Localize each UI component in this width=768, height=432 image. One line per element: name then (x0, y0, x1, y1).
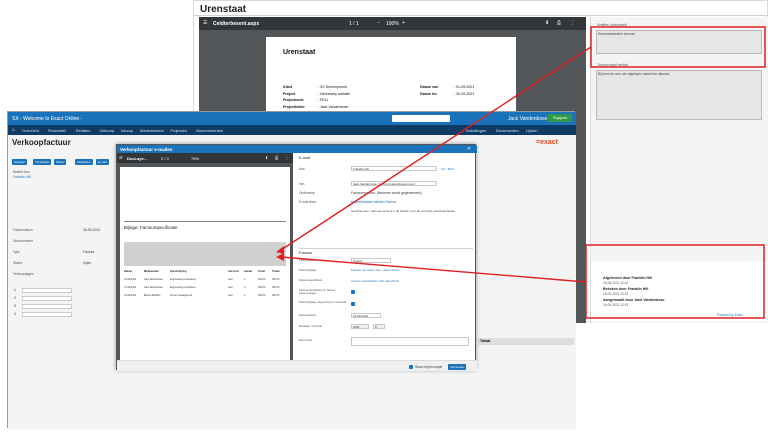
annotation-overlay (276, 26, 766, 319)
callout-approvals-box (585, 244, 765, 319)
arrow-notes (280, 46, 592, 251)
arrow-approvals (280, 256, 587, 283)
arrowhead-notes (276, 246, 284, 254)
callout-notes-box (590, 26, 766, 68)
arrowhead-approvals (276, 253, 284, 261)
